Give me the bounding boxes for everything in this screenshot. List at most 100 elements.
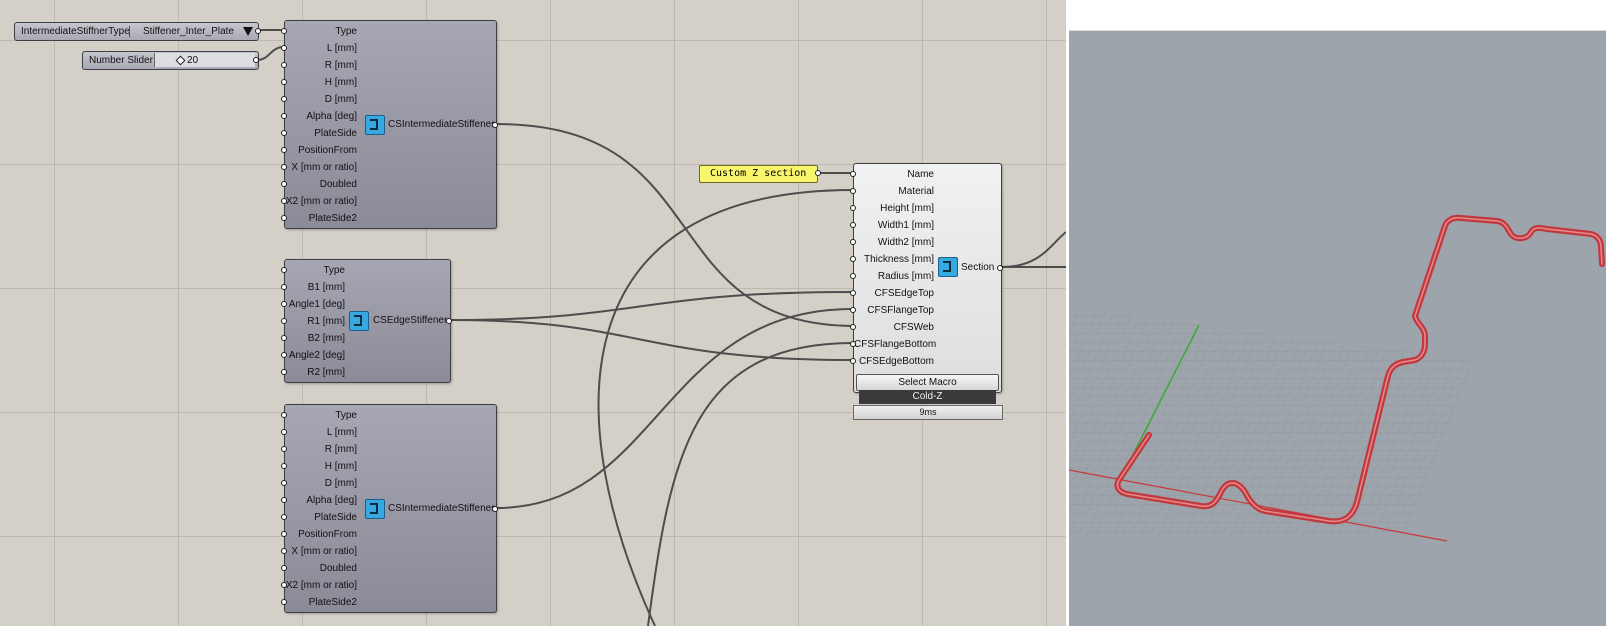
input-grip[interactable] <box>281 164 287 170</box>
slider-track[interactable] <box>154 53 255 67</box>
input-label: PlateSide <box>314 128 357 139</box>
input-label: Height [mm] <box>880 203 934 214</box>
input-grip[interactable] <box>281 429 287 435</box>
input-label: PlateSide2 <box>308 597 357 608</box>
input-label: CFSFlangeTop <box>867 305 934 316</box>
input-label: PlateSide <box>314 512 357 523</box>
macro-value-label: Cold-Z <box>859 390 996 404</box>
input-grip[interactable] <box>281 531 287 537</box>
input-grip[interactable] <box>281 130 287 136</box>
input-label: CFSWeb <box>893 322 934 333</box>
input-label: L [mm] <box>326 43 357 54</box>
input-label: L [mm] <box>326 427 357 438</box>
dropdown-arrow-icon[interactable] <box>243 27 253 36</box>
input-label: H [mm] <box>324 77 357 88</box>
input-label: R [mm] <box>324 60 357 71</box>
input-grip[interactable] <box>850 324 856 330</box>
grasshopper-canvas[interactable]: IntermediateStiffnerType Stiffener_Inter… <box>0 0 1066 626</box>
input-label: Material <box>898 186 934 197</box>
input-label: PlateSide2 <box>308 213 357 224</box>
input-grip[interactable] <box>281 79 287 85</box>
input-grip[interactable] <box>281 215 287 221</box>
input-grip[interactable] <box>281 352 287 358</box>
input-grip[interactable] <box>281 62 287 68</box>
input-grip[interactable] <box>281 198 287 204</box>
input-grip[interactable] <box>850 273 856 279</box>
input-grip[interactable] <box>281 446 287 452</box>
input-grip[interactable] <box>850 341 856 347</box>
input-grip[interactable] <box>281 412 287 418</box>
cs-edge-stiffener[interactable]: Type B1 [mm] Angle1 [deg] R1 [mm] B2 [mm] Ang… <box>281 259 452 383</box>
input-grip[interactable] <box>281 335 287 341</box>
input-grip[interactable] <box>281 463 287 469</box>
input-label: Thickness [mm] <box>863 254 934 265</box>
input-label: R [mm] <box>324 444 357 455</box>
input-grip[interactable] <box>281 480 287 486</box>
input-grip[interactable] <box>281 284 287 290</box>
input-grip[interactable] <box>850 222 856 228</box>
input-grip[interactable] <box>281 181 287 187</box>
input-grip[interactable] <box>281 369 287 375</box>
input-grip[interactable] <box>281 599 287 605</box>
input-grip[interactable] <box>281 301 287 307</box>
input-label: X [mm or ratio] <box>291 162 357 173</box>
panel-section-name[interactable]: Custom Z section <box>699 165 821 183</box>
input-grip[interactable] <box>281 96 287 102</box>
output-grip[interactable] <box>446 318 452 324</box>
output-grip[interactable] <box>492 122 498 128</box>
value-list-selected[interactable]: Stiffener_Inter_Plate <box>143 23 234 40</box>
input-grip[interactable] <box>281 318 287 324</box>
number-slider[interactable]: Number Slider 20 <box>82 51 259 70</box>
input-label: X [mm or ratio] <box>291 546 357 557</box>
input-label: R1 [mm] <box>307 316 345 327</box>
value-list-divider <box>129 26 130 37</box>
slider-output-grip[interactable] <box>253 57 259 63</box>
cs-intermediate-stiffener-icon <box>365 499 385 519</box>
input-grip[interactable] <box>281 147 287 153</box>
cs-edge-stiffener-icon <box>349 311 369 331</box>
input-label: Type <box>335 26 357 37</box>
wire-edge-to-cfsedgebottom <box>450 319 854 361</box>
input-grip[interactable] <box>281 514 287 520</box>
output-grip[interactable] <box>492 506 498 512</box>
input-grip[interactable] <box>281 28 287 34</box>
input-grip[interactable] <box>850 256 856 262</box>
input-label: H [mm] <box>324 461 357 472</box>
select-macro-button[interactable]: Select Macro <box>856 374 999 391</box>
timing-badge: 9ms <box>853 405 1003 420</box>
input-label: X2 [mm or ratio] <box>285 580 357 591</box>
input-label: R2 [mm] <box>307 367 345 378</box>
input-grip[interactable] <box>281 45 287 51</box>
input-grip[interactable] <box>850 239 856 245</box>
input-grip[interactable] <box>281 113 287 119</box>
input-grip[interactable] <box>850 205 856 211</box>
section-component[interactable]: Name Material Height [mm] Width1 [mm] Width2… <box>850 163 1003 393</box>
input-label: X2 [mm or ratio] <box>285 196 357 207</box>
input-label: PositionFrom <box>298 145 357 156</box>
input-grip[interactable] <box>281 497 287 503</box>
input-grip[interactable] <box>850 188 856 194</box>
section-output-grip[interactable] <box>997 265 1003 271</box>
input-grip[interactable] <box>850 358 856 364</box>
input-grip[interactable] <box>850 290 856 296</box>
input-grip[interactable] <box>281 267 287 273</box>
input-grip[interactable] <box>281 548 287 554</box>
wire-section-out-1 <box>1001 231 1066 268</box>
panel-output-grip[interactable] <box>815 170 821 176</box>
value-list-label: IntermediateStiffnerType <box>21 26 130 37</box>
rhino-viewport[interactable] <box>1066 0 1606 626</box>
panel-text: Custom Z section <box>710 168 807 179</box>
value-list-output-grip[interactable] <box>255 28 261 34</box>
cs-intermediate-stiffener-bottom[interactable]: Type L [mm] R [mm] H [mm] D [mm] Alpha [deg] P… <box>281 404 498 613</box>
input-label: Angle2 [deg] <box>288 350 345 361</box>
input-grip[interactable] <box>850 171 856 177</box>
component-name: CSIntermediateStiffener <box>388 503 495 514</box>
input-grip[interactable] <box>850 307 856 313</box>
input-grip[interactable] <box>281 582 287 588</box>
construction-grid <box>1069 307 1473 540</box>
cs-intermediate-stiffener-top[interactable]: Type L [mm] R [mm] H [mm] D [mm] Alpha [deg] P… <box>281 20 498 229</box>
input-label: Alpha [deg] <box>306 111 357 122</box>
value-list-stiffener-type[interactable]: IntermediateStiffnerType Stiffener_Inter… <box>14 22 261 41</box>
input-label: Type <box>335 410 357 421</box>
input-grip[interactable] <box>281 565 287 571</box>
